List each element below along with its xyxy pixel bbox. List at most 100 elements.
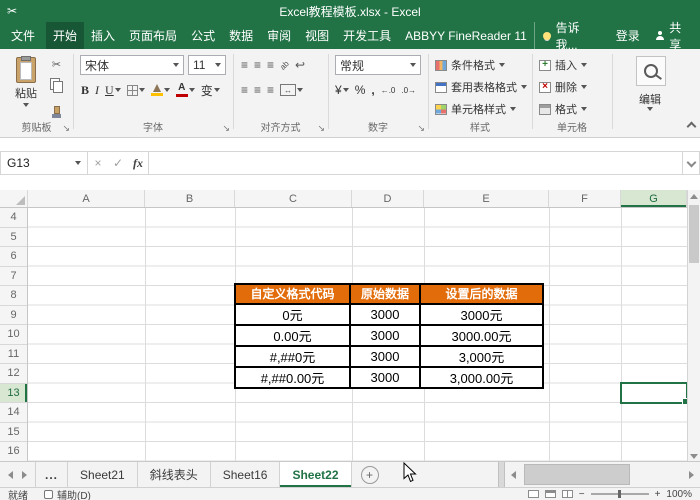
cells-area[interactable]: 自定义格式代码 原始数据 设置后的数据 0元 3000 3000元 0.00元 … bbox=[28, 208, 687, 462]
underline-button[interactable]: U bbox=[105, 83, 121, 98]
dialog-launcher-icon[interactable]: ↘ bbox=[62, 124, 70, 133]
vertical-scrollbar[interactable] bbox=[687, 190, 700, 461]
table-cell[interactable]: 3000 bbox=[350, 346, 420, 367]
sheet-nav-right-icon[interactable] bbox=[22, 471, 27, 479]
cancel-icon[interactable]: × bbox=[88, 156, 108, 170]
cell-styles-button[interactable]: 单元格样式 bbox=[432, 99, 530, 119]
table-cell[interactable]: #,##0.00元 bbox=[235, 367, 350, 388]
font-color-button[interactable]: A bbox=[176, 83, 195, 97]
page-break-view-icon[interactable] bbox=[562, 490, 573, 498]
sheet-tab-sheet21[interactable]: Sheet21 bbox=[68, 462, 138, 487]
tab-insert[interactable]: 插入 bbox=[84, 22, 122, 49]
borders-button[interactable] bbox=[127, 85, 145, 96]
row-header-16[interactable]: 16 bbox=[0, 442, 27, 462]
delete-cells-button[interactable]: × 删除 bbox=[536, 77, 610, 97]
merge-center-button[interactable]: ↔ bbox=[280, 84, 303, 96]
align-top-button[interactable]: ≡ bbox=[241, 59, 248, 71]
align-left-button[interactable]: ≡ bbox=[241, 84, 248, 96]
sheet-tab-sheet22[interactable]: Sheet22 bbox=[280, 462, 351, 487]
table-cell[interactable]: 3000 bbox=[350, 304, 420, 325]
collapse-ribbon-icon[interactable] bbox=[688, 123, 695, 130]
conditional-formatting-button[interactable]: 条件格式 bbox=[432, 55, 530, 75]
horizontal-scrollbar-thumb[interactable] bbox=[524, 464, 630, 485]
increase-decimal-button[interactable]: ←.0 bbox=[381, 86, 396, 95]
enter-icon[interactable]: ✓ bbox=[108, 156, 128, 170]
row-header-9[interactable]: 9 bbox=[0, 306, 27, 326]
scroll-right-icon[interactable] bbox=[683, 462, 700, 487]
font-size-combobox[interactable]: 11 bbox=[188, 55, 226, 75]
italic-button[interactable]: I bbox=[95, 83, 99, 98]
column-header-g[interactable]: G bbox=[621, 190, 687, 207]
vertical-scrollbar-thumb[interactable] bbox=[689, 205, 699, 263]
wrap-text-button[interactable]: ↩ bbox=[295, 59, 305, 71]
font-name-combobox[interactable]: 宋体 bbox=[80, 55, 184, 75]
tab-file[interactable]: 文件 bbox=[0, 22, 46, 49]
zoom-slider-thumb[interactable] bbox=[618, 490, 621, 498]
scroll-up-icon[interactable] bbox=[688, 194, 700, 199]
tab-abbyy[interactable]: ABBYY FineReader 11 bbox=[398, 22, 534, 49]
insert-cells-button[interactable]: + 插入 bbox=[536, 55, 610, 75]
row-header-12[interactable]: 12 bbox=[0, 364, 27, 384]
zoom-in-icon[interactable]: + bbox=[655, 489, 661, 500]
orientation-button[interactable]: ab bbox=[278, 59, 291, 72]
tab-page-layout[interactable]: 页面布局 bbox=[122, 22, 184, 49]
scroll-left-icon[interactable] bbox=[505, 462, 522, 487]
find-select-button[interactable] bbox=[636, 56, 666, 86]
phonetic-guide-button[interactable]: 变 bbox=[201, 82, 220, 99]
align-bottom-button[interactable]: ≡ bbox=[267, 59, 274, 71]
align-middle-button[interactable]: ≡ bbox=[254, 59, 261, 71]
bold-button[interactable]: B bbox=[81, 83, 89, 98]
row-header-13[interactable]: 13 bbox=[0, 384, 27, 404]
table-cell[interactable]: 3000 bbox=[350, 367, 420, 388]
dialog-launcher-icon[interactable]: ↘ bbox=[317, 124, 325, 133]
formula-bar-expand-icon[interactable] bbox=[683, 151, 700, 175]
column-header-a[interactable]: A bbox=[28, 190, 145, 207]
row-header-14[interactable]: 14 bbox=[0, 403, 27, 423]
table-cell[interactable]: 3000.00元 bbox=[420, 325, 543, 346]
scroll-down-icon[interactable] bbox=[688, 450, 700, 459]
table-cell[interactable]: #,##0元 bbox=[235, 346, 350, 367]
accessibility-status[interactable]: 辅助(D) bbox=[44, 487, 91, 500]
zoom-out-icon[interactable]: − bbox=[579, 489, 585, 500]
tab-developer[interactable]: 开发工具 bbox=[336, 22, 398, 49]
paste-button[interactable]: 粘贴 bbox=[5, 54, 47, 116]
sheet-tab-sheet16[interactable]: Sheet16 bbox=[211, 462, 281, 487]
normal-view-icon[interactable] bbox=[528, 490, 539, 498]
add-sheet-icon[interactable]: + bbox=[361, 466, 379, 484]
sheet-tab-xiexianbiaotou[interactable]: 斜线表头 bbox=[138, 462, 211, 487]
tab-view[interactable]: 视图 bbox=[298, 22, 336, 49]
table-cell[interactable]: 3,000.00元 bbox=[420, 367, 543, 388]
tell-me-button[interactable]: 告诉我... bbox=[534, 22, 609, 49]
cut-button[interactable]: ✂ bbox=[52, 57, 61, 71]
align-right-button[interactable]: ≡ bbox=[267, 84, 274, 96]
table-header-cell[interactable]: 设置后的数据 bbox=[420, 284, 543, 304]
fill-color-button[interactable] bbox=[151, 84, 170, 96]
select-all-corner[interactable] bbox=[0, 190, 28, 207]
tab-review[interactable]: 审阅 bbox=[260, 22, 298, 49]
format-painter-button[interactable] bbox=[54, 103, 60, 117]
row-header-10[interactable]: 10 bbox=[0, 325, 27, 345]
table-cell[interactable]: 3000元 bbox=[420, 304, 543, 325]
table-cell[interactable]: 0.00元 bbox=[235, 325, 350, 346]
table-cell[interactable]: 0元 bbox=[235, 304, 350, 325]
column-header-c[interactable]: C bbox=[235, 190, 352, 207]
table-cell[interactable]: 3000 bbox=[350, 325, 420, 346]
format-as-table-button[interactable]: 套用表格格式 bbox=[432, 77, 530, 97]
row-header-11[interactable]: 11 bbox=[0, 345, 27, 365]
editing-dropdown[interactable] bbox=[612, 107, 688, 111]
row-header-4[interactable]: 4 bbox=[0, 208, 27, 228]
tab-formulas[interactable]: 公式 bbox=[184, 22, 222, 49]
row-header-7[interactable]: 7 bbox=[0, 267, 27, 287]
sheet-nav-left-icon[interactable] bbox=[8, 471, 13, 479]
insert-function-icon[interactable]: fx bbox=[128, 156, 148, 171]
column-header-f[interactable]: F bbox=[549, 190, 621, 207]
row-header-15[interactable]: 15 bbox=[0, 423, 27, 443]
column-header-b[interactable]: B bbox=[145, 190, 235, 207]
name-box[interactable]: G13 bbox=[0, 151, 88, 175]
table-header-cell[interactable]: 原始数据 bbox=[350, 284, 420, 304]
tab-data[interactable]: 数据 bbox=[222, 22, 260, 49]
table-header-cell[interactable]: 自定义格式代码 bbox=[235, 284, 350, 304]
row-header-5[interactable]: 5 bbox=[0, 228, 27, 248]
dialog-launcher-icon[interactable]: ↘ bbox=[222, 124, 230, 133]
format-cells-button[interactable]: 格式 bbox=[536, 99, 610, 119]
